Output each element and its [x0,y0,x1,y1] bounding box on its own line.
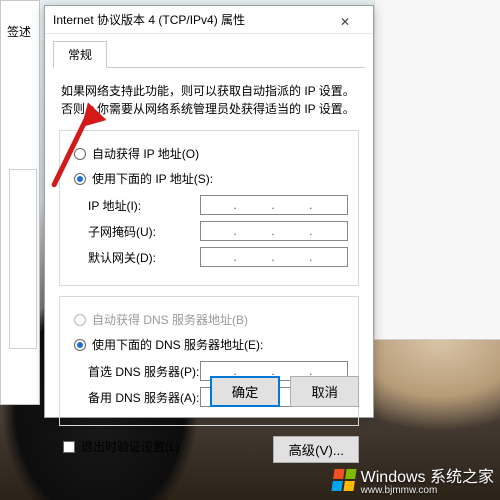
radio-ip-manual[interactable]: 使用下面的 IP 地址(S): [74,170,348,187]
ip-address-input[interactable]: ... [200,195,348,215]
radio-icon [74,314,86,326]
checkbox-icon [63,441,75,453]
radio-icon [74,173,86,185]
field-subnet-mask: 子网掩码(U): ... [88,221,348,241]
radio-label: 使用下面的 IP 地址(S): [92,170,213,187]
dialog-buttons: 确定 取消 [210,376,359,407]
bottom-row: 退出时验证设置(L) 高级(V)... [59,436,359,463]
tab-row: 常规 [53,40,365,68]
radio-label: 自动获得 IP 地址(O) [92,145,199,162]
validate-checkbox-row[interactable]: 退出时验证设置(L) [63,438,180,455]
radio-label: 自动获得 DNS 服务器地址(B) [92,311,248,328]
windows-logo-icon [331,469,356,491]
background-dialog: 签述 [0,0,40,405]
advanced-button[interactable]: 高级(V)... [273,436,359,463]
watermark: Windows 系统之家 www.bjmmw.com [333,463,494,496]
ip-group: 自动获得 IP 地址(O) 使用下面的 IP 地址(S): IP 地址(I): … [59,130,359,286]
tab-general[interactable]: 常规 [53,41,107,68]
field-label: IP 地址(I): [88,197,200,214]
field-label: 子网掩码(U): [88,223,200,240]
field-label: 备用 DNS 服务器(A): [88,389,200,406]
radio-icon [74,148,86,160]
description-text: 如果网络支持此功能，则可以获取自动指派的 IP 设置。否则，你需要从网络系统管理… [61,82,357,118]
ok-button[interactable]: 确定 [210,376,281,407]
watermark-main: Windows 系统之家 [361,469,494,486]
field-label: 默认网关(D): [88,249,200,266]
field-default-gateway: 默认网关(D): ... [88,247,348,267]
radio-ip-auto[interactable]: 自动获得 IP 地址(O) [74,145,348,162]
field-label: 首选 DNS 服务器(P): [88,363,200,380]
default-gateway-input[interactable]: ... [200,247,348,267]
radio-label: 使用下面的 DNS 服务器地址(E): [92,336,263,353]
dialog-title: Internet 协议版本 4 (TCP/IPv4) 属性 [53,6,325,34]
watermark-sub: www.bjmmw.com [361,485,494,496]
background-dialog-label: 签述 [7,23,37,40]
field-ip-address: IP 地址(I): ... [88,195,348,215]
subnet-mask-input[interactable]: ... [200,221,348,241]
ipv4-properties-dialog: Internet 协议版本 4 (TCP/IPv4) 属性 ✕ 常规 如果网络支… [44,5,374,418]
cancel-button[interactable]: 取消 [290,376,359,407]
checkbox-label: 退出时验证设置(L) [81,438,180,455]
background-window-right [374,0,500,340]
background-dialog-inner [9,169,37,349]
watermark-text: Windows 系统之家 www.bjmmw.com [361,463,494,496]
radio-icon [74,339,86,351]
radio-dns-auto: 自动获得 DNS 服务器地址(B) [74,311,348,328]
close-button[interactable]: ✕ [325,8,365,32]
titlebar: Internet 协议版本 4 (TCP/IPv4) 属性 ✕ [45,6,373,34]
tab-pane: 如果网络支持此功能，则可以获取自动指派的 IP 设置。否则，你需要从网络系统管理… [45,68,373,473]
radio-dns-manual[interactable]: 使用下面的 DNS 服务器地址(E): [74,336,348,353]
